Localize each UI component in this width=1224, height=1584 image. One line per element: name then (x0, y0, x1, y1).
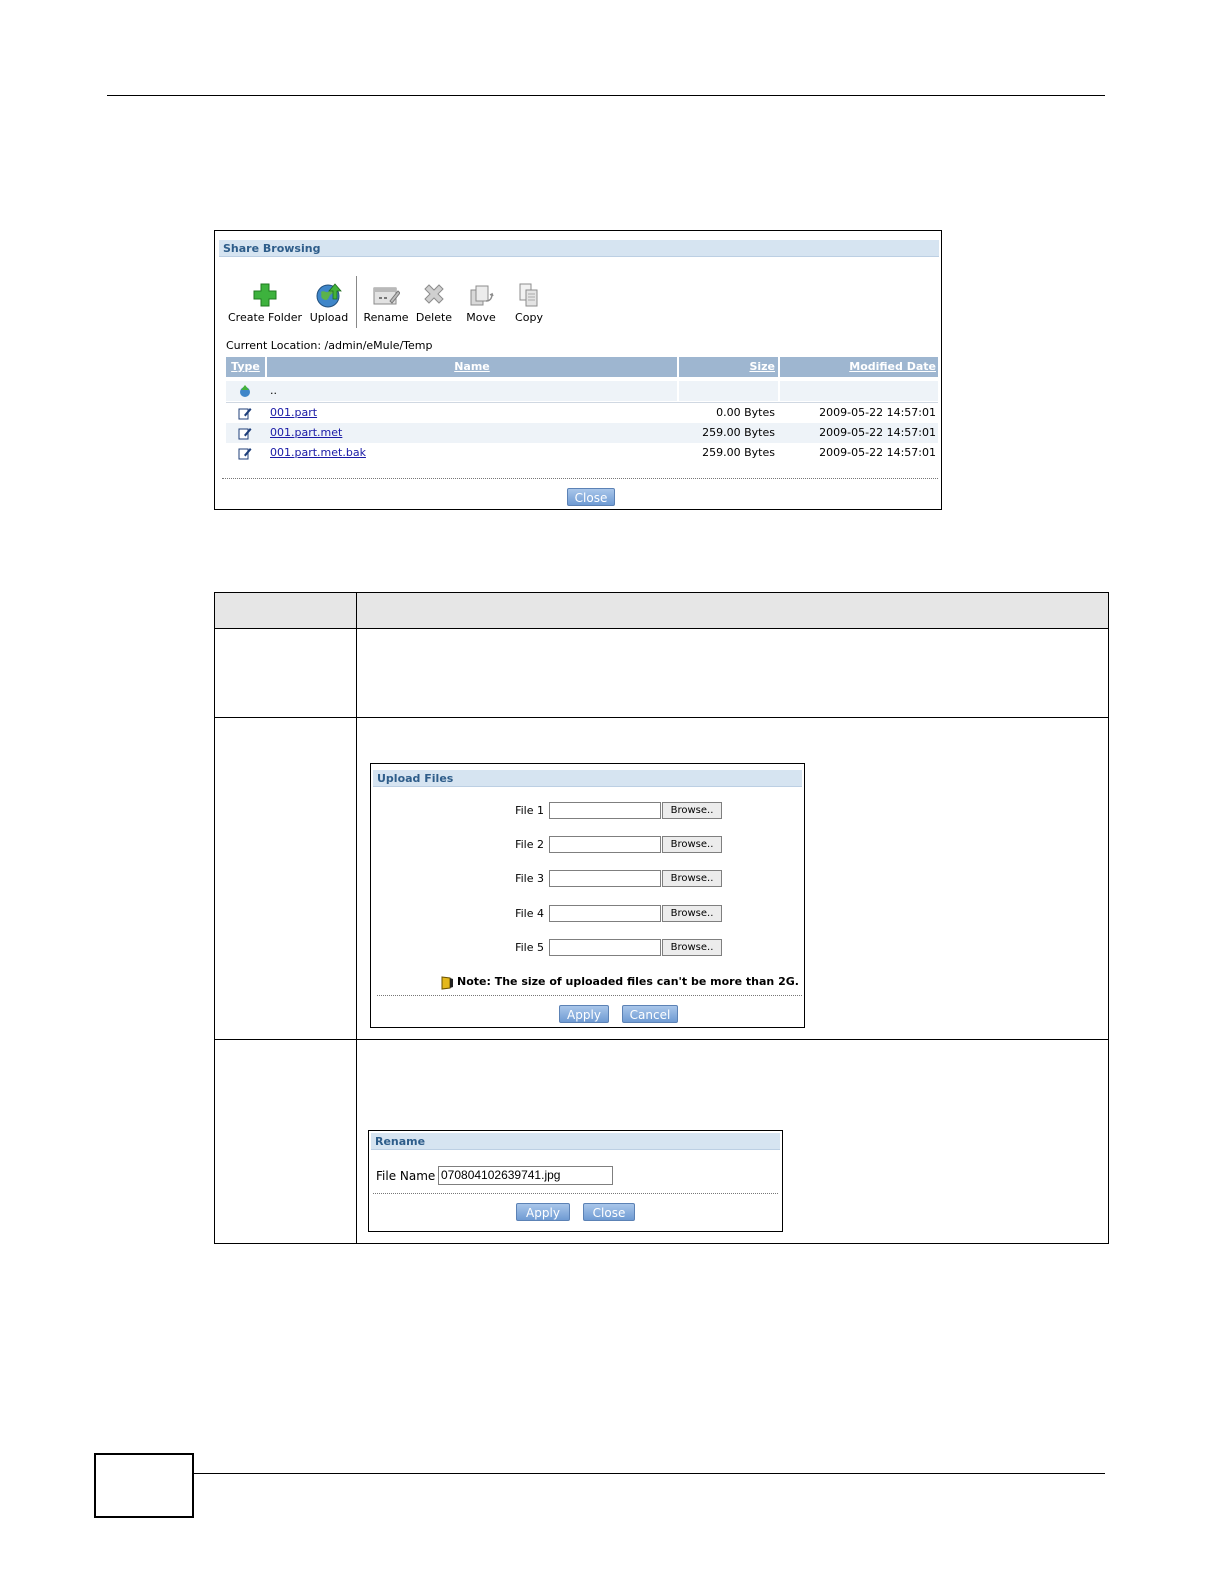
file-label: File 2 (515, 838, 544, 851)
file-path-input[interactable] (549, 836, 661, 853)
file-edit-icon (238, 408, 252, 420)
file-modified: 2009-05-22 14:57:01 (819, 406, 936, 419)
column-divider (356, 593, 357, 1243)
file-edit-icon (238, 448, 252, 460)
file-size: 259.00 Bytes (702, 426, 775, 439)
file-label: File 3 (515, 872, 544, 885)
footer-divider (377, 995, 802, 996)
table-row[interactable]: 001.part.met 259.00 Bytes 2009-05-22 14:… (226, 423, 938, 443)
share-browsing-panel: Share Browsing Create Folder Upload Rena… (214, 230, 942, 510)
rename-button[interactable]: Rename (361, 281, 411, 324)
parent-dir-label: .. (270, 384, 277, 397)
file-upload-row: File 3 Browse.. (371, 870, 804, 888)
browse-button[interactable]: Browse.. (662, 802, 722, 819)
close-button[interactable]: Close (583, 1203, 635, 1221)
page-number-box (94, 1453, 194, 1518)
cancel-button[interactable]: Cancel (622, 1005, 678, 1023)
move-button[interactable]: Move (463, 281, 499, 324)
file-label: File 5 (515, 941, 544, 954)
column-modified-date[interactable]: Modified Date (780, 357, 938, 377)
file-name-input[interactable]: 070804102639741.jpg (438, 1166, 613, 1185)
file-upload-row: File 4 Browse.. (371, 905, 804, 923)
copy-button[interactable]: Copy (511, 281, 547, 324)
rename-icon (373, 287, 400, 305)
table-header-row (215, 593, 1108, 629)
panel-title: Upload Files (373, 770, 802, 787)
create-folder-label: Create Folder (228, 311, 303, 324)
delete-button[interactable]: Delete (413, 281, 455, 324)
browse-button[interactable]: Browse.. (662, 939, 722, 956)
upload-note: Note: The size of uploaded files can't b… (457, 975, 799, 988)
table-row-parent[interactable]: .. (226, 381, 938, 401)
file-path-input[interactable] (549, 939, 661, 956)
file-path-input[interactable] (549, 870, 661, 887)
file-label: File 1 (515, 804, 544, 817)
column-type[interactable]: Type (226, 357, 265, 377)
apply-button[interactable]: Apply (516, 1203, 570, 1221)
panel-title: Share Browsing (219, 240, 939, 257)
file-upload-row: File 1 Browse.. (371, 802, 804, 820)
file-link[interactable]: 001.part.met (270, 423, 342, 443)
row-divider (215, 1039, 1108, 1040)
table-row[interactable]: 001.part.met.bak 259.00 Bytes 2009-05-22… (226, 443, 938, 463)
rename-panel: Rename File Name 070804102639741.jpg App… (368, 1130, 783, 1232)
delete-label: Delete (415, 311, 453, 324)
column-divider (778, 381, 780, 401)
create-folder-button[interactable]: Create Folder (228, 281, 302, 324)
file-modified: 2009-05-22 14:57:01 (819, 446, 936, 459)
footer-divider (373, 1193, 778, 1194)
up-folder-icon (240, 385, 250, 397)
apply-button[interactable]: Apply (559, 1005, 609, 1023)
file-size: 0.00 Bytes (716, 406, 775, 419)
file-path-input[interactable] (549, 802, 661, 819)
browse-button[interactable]: Browse.. (662, 836, 722, 853)
file-name-label: File Name (376, 1169, 436, 1183)
file-label: File 4 (515, 907, 544, 920)
header-rule (107, 95, 1105, 96)
row-divider (215, 717, 1108, 718)
footer-rule (193, 1473, 1105, 1474)
move-label: Move (466, 311, 496, 324)
current-location: Current Location: /admin/eMule/Temp (226, 339, 433, 352)
close-button[interactable]: Close (567, 488, 615, 506)
file-modified: 2009-05-22 14:57:01 (819, 426, 936, 439)
file-size: 259.00 Bytes (702, 446, 775, 459)
browse-button[interactable]: Browse.. (662, 870, 722, 887)
upload-button[interactable]: Upload (307, 281, 351, 324)
copy-icon (519, 283, 538, 307)
file-upload-row: File 2 Browse.. (371, 836, 804, 854)
rename-label: Rename (363, 311, 409, 324)
move-icon (470, 285, 494, 306)
toolbar-separator (356, 276, 357, 328)
plus-icon (253, 283, 277, 307)
file-edit-icon (238, 428, 252, 440)
footer-divider (222, 478, 938, 479)
file-link[interactable]: 001.part.met.bak (270, 443, 366, 463)
upload-label: Upload (309, 311, 349, 324)
column-size[interactable]: Size (679, 357, 778, 377)
table-row[interactable]: 001.part 0.00 Bytes 2009-05-22 14:57:01 (226, 402, 938, 423)
note-icon (441, 976, 453, 990)
browse-button[interactable]: Browse.. (662, 905, 722, 922)
column-divider (677, 381, 679, 401)
delete-x-icon (424, 284, 444, 304)
panel-title: Rename (371, 1133, 780, 1150)
column-name[interactable]: Name (267, 357, 677, 377)
copy-label: Copy (515, 311, 543, 324)
file-path-input[interactable] (549, 905, 661, 922)
file-upload-row: File 5 Browse.. (371, 939, 804, 957)
file-link[interactable]: 001.part (270, 403, 317, 423)
upload-files-panel: Upload Files File 1 Browse.. File 2 Brow… (370, 763, 805, 1028)
globe-upload-icon (316, 283, 342, 308)
